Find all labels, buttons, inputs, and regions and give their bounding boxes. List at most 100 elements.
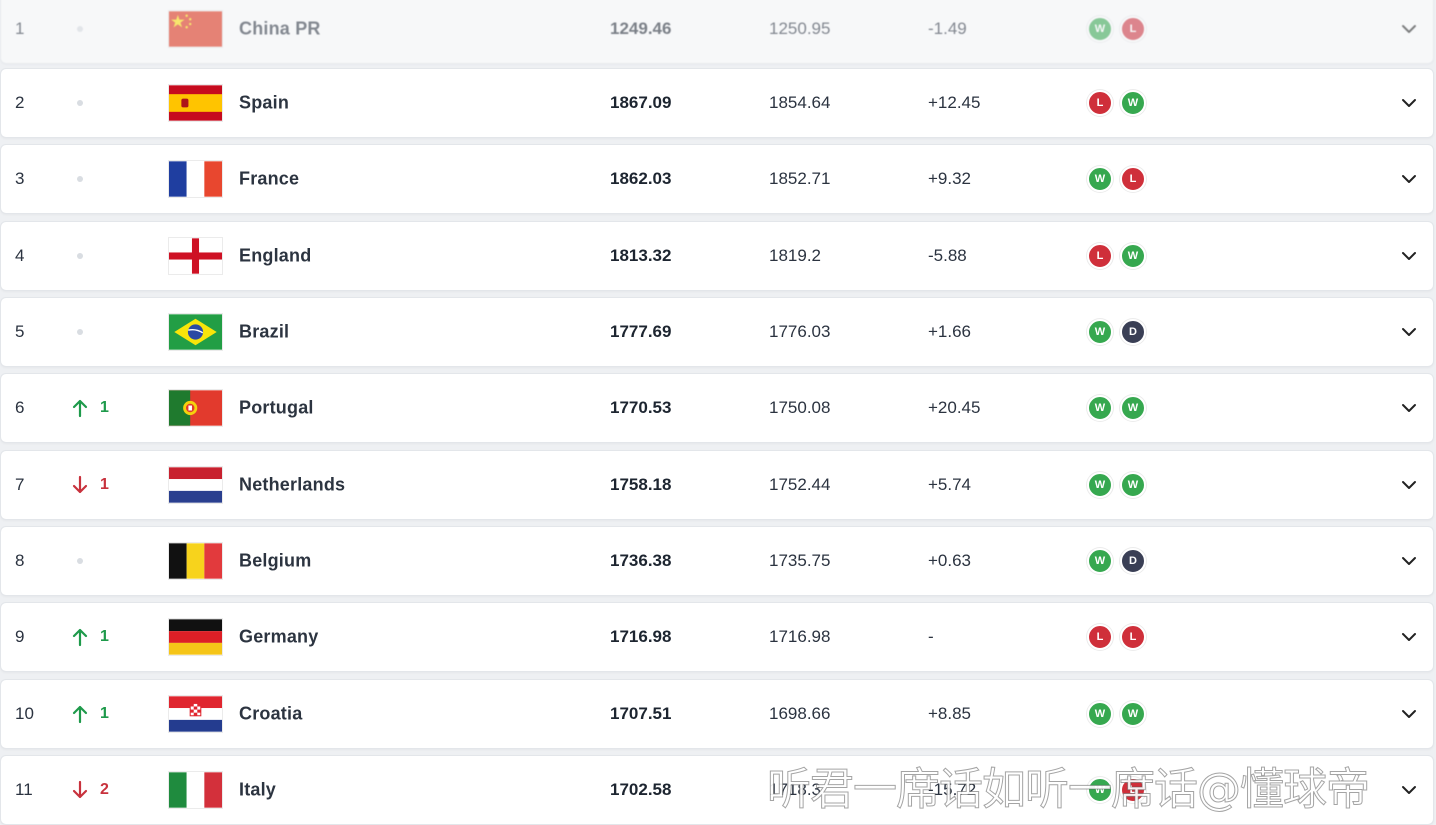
result-badge: W [1087, 16, 1113, 42]
portugal-flag-icon [169, 390, 222, 426]
ranking-row[interactable]: 4 England 1813.32 1819.2 -5.88 L W [0, 221, 1434, 291]
team-name[interactable]: England [239, 246, 311, 267]
result-badge: W [1120, 472, 1146, 498]
chevron-down-icon[interactable] [1399, 169, 1419, 189]
rank-change-value: 1 [100, 399, 109, 416]
chevron-down-icon[interactable] [1399, 19, 1419, 39]
rank-change: 1 [71, 398, 131, 418]
result-badge: W [1087, 701, 1113, 727]
chevron-down-icon[interactable] [1399, 780, 1419, 800]
result-badge: L [1087, 90, 1113, 116]
result-badge: W [1087, 395, 1113, 421]
previous-points: 1698.66 [769, 704, 831, 723]
result-badge: W [1120, 90, 1146, 116]
chevron-down-icon[interactable] [1399, 704, 1419, 724]
rank-number: 2 [15, 93, 25, 112]
total-points: 1249.46 [610, 19, 672, 38]
watermark: 听君一席话如听一席话@懂球帝 [767, 764, 1371, 816]
team-name[interactable]: Italy [239, 780, 276, 801]
recent-results: WW [1087, 472, 1157, 498]
rank-change-value: 1 [100, 476, 109, 493]
result-badge: L [1120, 16, 1146, 42]
ranking-row[interactable]: 6 1 Portugal 1770.53 1750.08 +20.45 W W [0, 373, 1434, 443]
dot-icon [77, 176, 83, 182]
team-name[interactable]: Portugal [239, 398, 314, 419]
italy-flag-icon [169, 772, 222, 808]
chevron-down-icon[interactable] [1399, 93, 1419, 113]
team-name[interactable]: Germany [239, 627, 318, 648]
total-points: 1867.09 [610, 93, 672, 112]
team-name[interactable]: France [239, 169, 299, 190]
rank-number: 8 [15, 551, 25, 570]
chevron-down-icon[interactable] [1399, 627, 1419, 647]
ranking-row[interactable]: 2 Spain 1867.09 1854.64 +12.45 L W [0, 68, 1434, 138]
arrow-up-icon [71, 704, 89, 724]
netherlands-flag-icon [169, 467, 222, 503]
france-flag-icon [169, 161, 222, 197]
rank-change-value: 2 [100, 781, 109, 798]
ranking-row[interactable]: 7 1 Netherlands 1758.18 1752.44 +5.74 W W [0, 450, 1434, 520]
result-badge: W [1087, 319, 1113, 345]
rank-change [71, 19, 131, 39]
points-difference: - [928, 627, 934, 646]
total-points: 1770.53 [610, 398, 672, 417]
china-flag-icon [169, 11, 222, 47]
rank-change [71, 246, 131, 266]
points-difference: +9.32 [928, 169, 972, 188]
chevron-down-icon[interactable] [1399, 246, 1419, 266]
previous-points: 1752.44 [769, 475, 831, 494]
recent-results: WW [1087, 701, 1157, 727]
previous-points: 1854.64 [769, 93, 831, 112]
points-difference: -5.88 [928, 246, 967, 265]
total-points: 1702.58 [610, 780, 672, 799]
rank-number: 4 [15, 246, 25, 265]
recent-results: WW [1087, 395, 1157, 421]
chevron-down-icon[interactable] [1399, 398, 1419, 418]
chevron-down-icon[interactable] [1399, 475, 1419, 495]
rank-number: 5 [15, 322, 25, 341]
result-badge: L [1120, 624, 1146, 650]
ranking-row[interactable]: 5 Brazil 1777.69 1776.03 +1.66 W D [0, 297, 1434, 367]
brazil-flag-icon [169, 314, 222, 350]
rank-number: 9 [15, 627, 25, 646]
team-name[interactable]: Brazil [239, 322, 289, 343]
total-points: 1777.69 [610, 322, 672, 341]
chevron-down-icon[interactable] [1399, 322, 1419, 342]
recent-results: WL [1087, 166, 1157, 192]
arrow-up-icon [71, 627, 89, 647]
dot-icon [77, 26, 83, 32]
total-points: 1813.32 [610, 246, 672, 265]
team-name[interactable]: Spain [239, 93, 289, 114]
recent-results: LL [1087, 624, 1157, 650]
chevron-down-icon[interactable] [1399, 551, 1419, 571]
spain-flag-icon [169, 85, 222, 121]
team-name[interactable]: Belgium [239, 551, 311, 572]
points-difference: +0.63 [928, 551, 972, 570]
result-badge: L [1087, 243, 1113, 269]
team-name[interactable]: Croatia [239, 704, 302, 725]
team-name[interactable]: China PR [239, 19, 321, 40]
ranking-row[interactable]: 10 1 Croatia 1707.51 1698.66 +8.85 W W [0, 679, 1434, 749]
previous-points: 1250.95 [769, 19, 831, 38]
rank-change: 1 [71, 475, 131, 495]
rank-change [71, 169, 131, 189]
belgium-flag-icon [169, 543, 222, 579]
result-badge: L [1087, 624, 1113, 650]
previous-points: 1852.71 [769, 169, 831, 188]
total-points: 1758.18 [610, 475, 672, 494]
england-flag-icon [169, 238, 222, 274]
ranking-row[interactable]: 8 Belgium 1736.38 1735.75 +0.63 W D [0, 526, 1434, 596]
result-badge: W [1120, 701, 1146, 727]
rank-number: 6 [15, 398, 25, 417]
ranking-row[interactable]: 3 France 1862.03 1852.71 +9.32 W L [0, 144, 1434, 214]
ranking-row[interactable]: 9 1 Germany 1716.98 1716.98 - L L [0, 602, 1434, 672]
recent-results: WL [1087, 16, 1157, 42]
dot-icon [77, 253, 83, 259]
ranking-row[interactable]: 1 China PR 1249.46 1250.95 -1.49 W L [0, 0, 1434, 64]
result-badge: W [1087, 548, 1113, 574]
result-badge: W [1120, 243, 1146, 269]
previous-points: 1776.03 [769, 322, 831, 341]
team-name[interactable]: Netherlands [239, 475, 345, 496]
arrow-up-icon [71, 398, 89, 418]
recent-results: WD [1087, 319, 1157, 345]
